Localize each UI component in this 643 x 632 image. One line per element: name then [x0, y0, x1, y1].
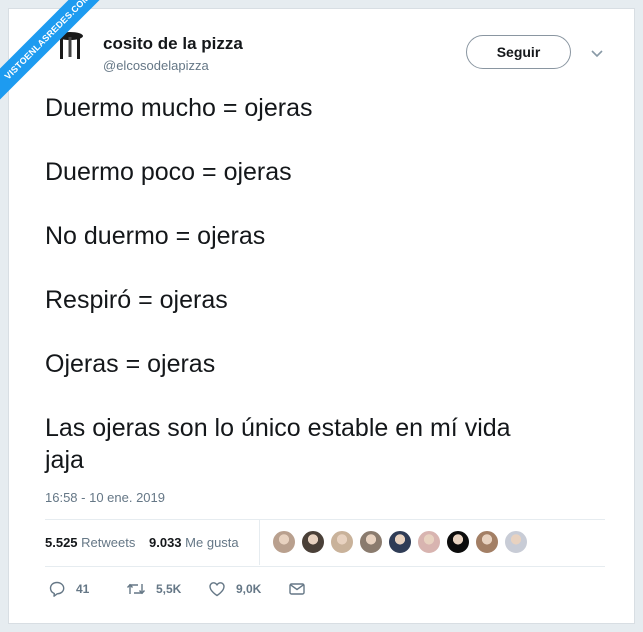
divider	[45, 566, 605, 567]
watermark-text: VISTOENLASREDES.COM	[0, 0, 120, 112]
liker-avatar[interactable]	[504, 530, 528, 554]
liker-avatar[interactable]	[446, 530, 470, 554]
liker-avatar[interactable]	[301, 530, 325, 554]
likes-label[interactable]: Me gusta	[185, 535, 238, 550]
tweet-text-line: Duermo poco = ojeras	[45, 158, 292, 186]
message-button[interactable]	[288, 580, 306, 598]
retweets-count[interactable]: 5.525	[45, 535, 78, 550]
liker-avatar[interactable]	[388, 530, 412, 554]
tweet-text-line: Ojeras = ojeras	[45, 350, 216, 378]
retweet-count: 5,5K	[156, 582, 182, 596]
retweets-label[interactable]: Retweets	[81, 535, 135, 550]
liker-avatar[interactable]	[330, 530, 354, 554]
liker-avatars	[272, 530, 533, 554]
follow-button[interactable]: Seguir	[466, 35, 571, 69]
heart-icon	[209, 582, 225, 597]
liker-avatar[interactable]	[272, 530, 296, 554]
envelope-icon	[289, 583, 305, 595]
watermark-ribbon: VISTOENLASREDES.COM	[0, 0, 120, 120]
liker-avatar[interactable]	[475, 530, 499, 554]
engagement-stats: 5.525 Retweets 9.033 Me gusta	[45, 535, 239, 550]
author-name[interactable]: cosito de la pizza	[103, 34, 243, 54]
divider	[45, 519, 605, 520]
tweet-timestamp[interactable]: 16:58 - 10 ene. 2019	[45, 490, 165, 505]
reply-count: 41	[76, 582, 90, 596]
chevron-down-icon[interactable]	[590, 46, 604, 58]
reply-icon	[49, 581, 65, 597]
tweet-text-line: No duermo = ojeras	[45, 222, 266, 250]
likes-count[interactable]: 9.033	[149, 535, 182, 550]
retweet-icon	[126, 583, 146, 595]
reply-button[interactable]: 41	[48, 580, 89, 598]
divider	[259, 520, 260, 565]
tweet-text-line: Respiró = ojeras	[45, 286, 228, 314]
like-count: 9,0K	[236, 582, 262, 596]
tweet-text-line: jaja	[45, 446, 84, 474]
liker-avatar[interactable]	[417, 530, 441, 554]
like-button[interactable]: 9,0K	[208, 580, 261, 598]
liker-avatar[interactable]	[359, 530, 383, 554]
tweet-text-line: Las ojeras son lo único estable en mí vi…	[45, 414, 511, 442]
retweet-button[interactable]: 5,5K	[126, 580, 181, 598]
